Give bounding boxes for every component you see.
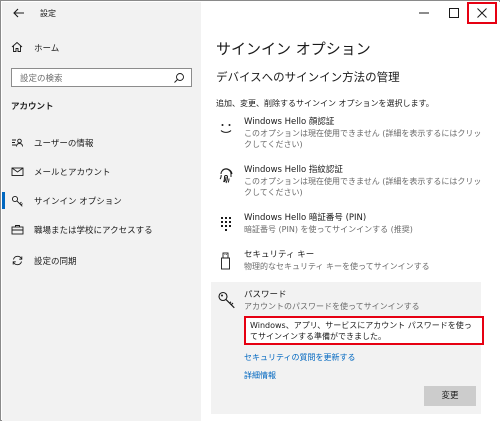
user-info-icon [11, 136, 24, 149]
close-button-highlight [467, 2, 497, 24]
minimize-button[interactable] [409, 2, 439, 24]
option-name: Windows Hello 顔認証 [244, 117, 335, 127]
usb-key-icon [217, 252, 235, 270]
sidebar: 設定 ホーム 設定の検索 アカウント ユーザーの情報 メールとアカウント サイン… [2, 2, 201, 421]
pin-keypad-icon [217, 215, 235, 233]
option-description: 暗証番号 (PIN) を使ってサインインする (推奨) [244, 225, 413, 234]
sidebar-item-sync-settings[interactable]: 設定の同期 [2, 251, 201, 271]
search-placeholder: 設定の検索 [20, 74, 63, 84]
search-input[interactable]: 設定の検索 [11, 68, 192, 87]
maximize-icon [449, 8, 459, 18]
briefcase-icon [11, 223, 24, 236]
settings-window: 設定 ホーム 設定の検索 アカウント ユーザーの情報 メールとアカウント サイン… [0, 0, 500, 421]
section-heading-account: アカウント [11, 102, 54, 112]
option-password-expanded[interactable]: パスワード アカウントのパスワードを使ってサインインする Windows、アプリ… [211, 282, 484, 414]
sidebar-item-user-info[interactable]: ユーザーの情報 [2, 133, 201, 153]
page-subtitle: デバイスへのサインイン方法の管理 [216, 70, 400, 84]
key-icon [11, 194, 24, 207]
sidebar-item-label: メールとアカウント [34, 168, 111, 178]
home-icon [11, 41, 23, 53]
selected-indicator [2, 192, 5, 209]
option-description: アカウントのパスワードを使ってサインインする [244, 302, 420, 311]
sidebar-item-label: ユーザーの情報 [34, 139, 94, 149]
mail-icon [11, 165, 24, 178]
title-bar-left: 設定 [2, 2, 201, 24]
sidebar-item-mail-accounts[interactable]: メールとアカウント [2, 162, 201, 182]
maximize-button[interactable] [439, 2, 469, 24]
sidebar-item-label: サインイン オプション [34, 197, 122, 207]
page-title: サインイン オプション [216, 40, 371, 58]
option-name: Windows Hello 暗証番号 (PIN) [244, 213, 367, 223]
home-label: ホーム [34, 44, 60, 54]
learn-more-link[interactable]: 詳細情報 [244, 370, 276, 381]
password-key-icon [217, 290, 237, 310]
option-description: 物理的なセキュリティ キーを使ってサインインする [244, 262, 430, 271]
sync-icon [11, 254, 24, 267]
sidebar-item-work-school[interactable]: 職場または学校にアクセスする [2, 220, 201, 240]
search-icon[interactable] [173, 72, 185, 84]
nav-home[interactable]: ホーム [2, 39, 201, 59]
fingerprint-icon [217, 167, 235, 185]
update-security-questions-link[interactable]: セキュリティの質問を更新する [244, 352, 356, 363]
option-name: Windows Hello 指紋認証 [244, 165, 343, 175]
main-content: サインイン オプション デバイスへのサインイン方法の管理 追加、変更、削除するサ… [201, 2, 500, 421]
minimize-icon [419, 12, 429, 14]
sidebar-item-label: 設定の同期 [34, 257, 77, 267]
instruction-text: 追加、変更、削除するサインイン オプションを選択します。 [216, 99, 434, 108]
back-arrow-icon[interactable] [12, 6, 26, 20]
app-title: 設定 [40, 9, 56, 18]
option-name: セキュリティ キー [244, 250, 315, 260]
option-name: パスワード [244, 290, 287, 300]
password-ready-message: Windows、アプリ、サービスにアカウント パスワードを使ってサインインする準… [244, 316, 484, 345]
change-button[interactable]: 変更 [424, 386, 476, 406]
sidebar-item-sign-in-options[interactable]: サインイン オプション [2, 191, 201, 211]
option-description: このオプションは現在使用できません (詳細を表示するにはクリックしてください) [244, 177, 482, 197]
option-description: このオプションは現在使用できません (詳細を表示するにはクリックしてください) [244, 129, 482, 149]
sidebar-item-label: 職場または学校にアクセスする [34, 226, 153, 236]
face-icon [217, 119, 235, 137]
